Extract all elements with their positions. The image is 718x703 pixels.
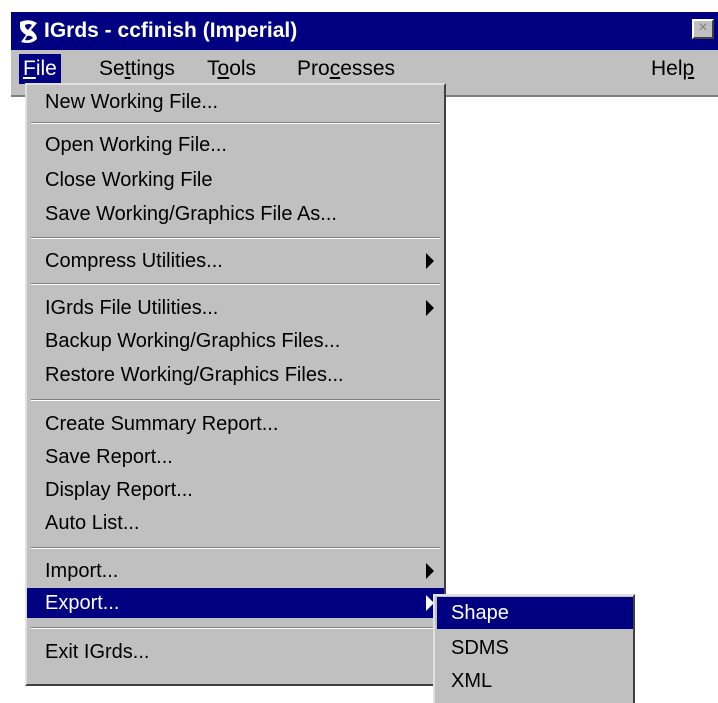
menu-help-label-pre: Hel xyxy=(651,57,683,80)
menu-item-label: Compress Utilities... xyxy=(45,250,223,272)
submenu-arrow-icon xyxy=(426,253,434,269)
menu-item-label: New Working File... xyxy=(45,91,219,113)
menu-item-exit-igrds[interactable]: Exit IGrds... xyxy=(27,637,444,667)
submenu-item-label: Shape xyxy=(451,602,509,624)
menu-item-label: Restore Working/Graphics Files... xyxy=(45,364,344,386)
menu-item-export[interactable]: Export... xyxy=(27,588,444,618)
menu-help[interactable]: Help xyxy=(647,54,698,84)
submenu-item-shape[interactable]: Shape xyxy=(437,597,633,629)
menu-settings[interactable]: Settings xyxy=(95,54,179,84)
menu-tools-accel: o xyxy=(217,57,230,80)
menu-item-label: Export... xyxy=(45,592,120,614)
menu-item-igrds-file-utilities[interactable]: IGrds File Utilities... xyxy=(27,293,444,323)
menu-file-accel: F xyxy=(23,57,36,80)
menu-item-label: Close Working File xyxy=(45,169,213,191)
submenu-item-sdms[interactable]: SDMS xyxy=(437,632,633,664)
menu-item-save-working-file-as[interactable]: Save Working/Graphics File As... xyxy=(27,199,444,229)
menu-processes-accel: c xyxy=(329,57,341,80)
menu-separator xyxy=(31,237,440,239)
menu-item-import[interactable]: Import... xyxy=(27,556,444,586)
title-bar[interactable]: IGrds - ccfinish (Imperial) × xyxy=(11,12,718,50)
menu-separator xyxy=(31,122,440,124)
menu-separator xyxy=(31,627,440,629)
menu-separator xyxy=(31,399,440,401)
close-button[interactable]: × xyxy=(692,19,714,39)
menu-tools-label-post: ols xyxy=(229,57,257,80)
submenu-item-xml[interactable]: XML xyxy=(437,665,633,697)
menu-file[interactable]: File xyxy=(19,54,61,84)
submenu-item-label: XML xyxy=(451,670,493,692)
menu-separator xyxy=(31,547,440,549)
submenu-arrow-icon xyxy=(426,300,434,316)
menu-item-label: Create Summary Report... xyxy=(45,413,279,435)
menu-item-label: Display Report... xyxy=(45,479,193,501)
menu-item-label: Save Working/Graphics File As... xyxy=(45,203,337,225)
menu-processes-label-pre: Pro xyxy=(297,57,330,80)
menu-item-display-report[interactable]: Display Report... xyxy=(27,475,444,505)
export-submenu: Shape SDMS XML xyxy=(433,594,635,703)
menu-item-save-report[interactable]: Save Report... xyxy=(27,442,444,472)
menu-tools[interactable]: Tools xyxy=(203,54,260,84)
file-dropdown-menu: New Working File... Open Working File...… xyxy=(25,83,446,686)
menu-tools-label-pre: T xyxy=(207,57,218,80)
menu-item-create-summary-report[interactable]: Create Summary Report... xyxy=(27,409,444,439)
close-icon: × xyxy=(698,19,708,36)
menu-item-label: Auto List... xyxy=(45,512,140,534)
menu-item-open-working-file[interactable]: Open Working File... xyxy=(27,130,444,160)
menu-item-compress-utilities[interactable]: Compress Utilities... xyxy=(27,246,444,276)
submenu-item-label: SDMS xyxy=(451,637,509,659)
menu-item-close-working-file[interactable]: Close Working File xyxy=(27,165,444,195)
menu-item-new-working-file[interactable]: New Working File... xyxy=(27,87,444,117)
menu-file-label-post: ile xyxy=(35,57,57,80)
menu-separator xyxy=(31,283,440,285)
menu-item-label: Save Report... xyxy=(45,446,173,468)
menu-item-label: Exit IGrds... xyxy=(45,641,150,663)
menu-help-accel: p xyxy=(682,57,695,80)
igrds-app-icon[interactable] xyxy=(17,18,41,46)
menu-item-label: Backup Working/Graphics Files... xyxy=(45,330,341,352)
menu-item-backup-files[interactable]: Backup Working/Graphics Files... xyxy=(27,326,444,356)
menu-item-restore-files[interactable]: Restore Working/Graphics Files... xyxy=(27,360,444,390)
submenu-arrow-icon xyxy=(426,563,434,579)
window-title: IGrds - ccfinish (Imperial) xyxy=(44,19,298,42)
menu-settings-label-post: tings xyxy=(130,57,175,80)
menu-item-label: IGrds File Utilities... xyxy=(45,297,219,319)
menu-processes-label-post: esses xyxy=(340,57,396,80)
menu-item-auto-list[interactable]: Auto List... xyxy=(27,508,444,538)
menu-item-label: Open Working File... xyxy=(45,134,227,156)
menu-settings-label-pre: Se xyxy=(99,57,125,80)
menu-processes[interactable]: Processes xyxy=(293,54,399,84)
menu-item-label: Import... xyxy=(45,560,119,582)
